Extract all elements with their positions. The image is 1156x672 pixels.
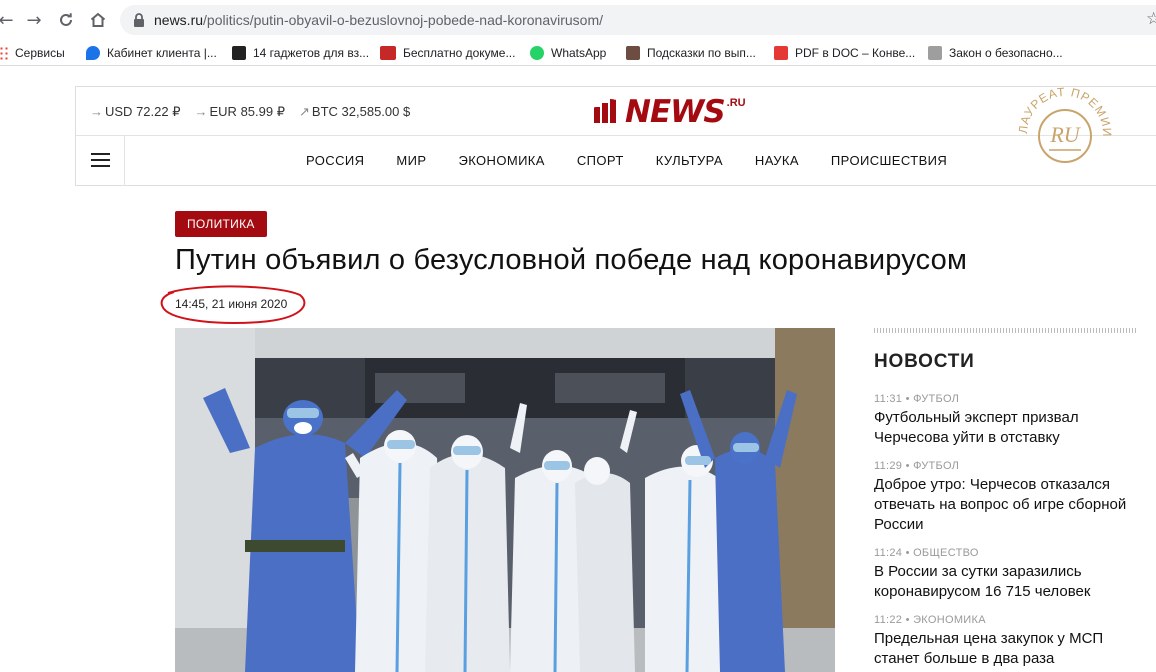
nav-economy[interactable]: ЭКОНОМИКА xyxy=(458,153,544,168)
h-logo-icon xyxy=(232,46,246,60)
hamburger-icon xyxy=(91,153,110,155)
document-icon xyxy=(928,46,942,60)
rate-value: 85.99 ₽ xyxy=(240,104,285,119)
url-text: news.ru/politics/putin-obyavil-o-bezuslo… xyxy=(154,12,604,28)
site-header: → USD 72.22 ₽ → EUR 85.99 ₽ ↗ BTC 32,585.00… xyxy=(75,86,1156,186)
article-headline: Путин объявил о безусловной победе над к… xyxy=(175,244,968,276)
whatsapp-icon xyxy=(530,46,544,60)
laureate-center: RU xyxy=(1049,122,1081,147)
laureate-badge: ЛАУРЕАТ ПРЕМИИ 2020 RU xyxy=(1005,76,1113,163)
news-item-link[interactable]: Предельная цена закупок у МСП станет бол… xyxy=(874,629,1136,669)
hints-icon xyxy=(626,46,640,60)
rate-label: USD xyxy=(105,104,133,119)
apps-grid-icon xyxy=(0,46,8,60)
pdf-icon xyxy=(774,46,788,60)
logo-word: NEWS xyxy=(625,94,726,130)
bookmark-label: Бесплатно докуме... xyxy=(403,46,516,60)
flame-icon xyxy=(86,46,100,60)
nav-culture[interactable]: КУЛЬТУРА xyxy=(656,153,723,168)
news-item[interactable]: 11:29 • ФУТБОЛ Доброе утро: Черчесов отк… xyxy=(874,460,1136,535)
rate-value: 32,585.00 $ xyxy=(341,104,411,119)
bookmark-free-documents[interactable]: Бесплатно докуме... xyxy=(380,44,515,62)
nav-world[interactable]: МИР xyxy=(396,153,426,168)
trend-arrow-icon: ↗ xyxy=(299,104,310,119)
bookmark-star-icon[interactable]: ☆ xyxy=(1146,9,1156,29)
site-logo[interactable]: NEWS .RU xyxy=(594,95,746,129)
hamburger-icon-line xyxy=(91,165,110,167)
bookmark-whatsapp[interactable]: WhatsApp xyxy=(530,44,606,62)
logo-suffix: .RU xyxy=(726,97,746,109)
news-item-meta: 11:29 • ФУТБОЛ xyxy=(874,460,960,472)
highlight-circle xyxy=(160,285,306,324)
bookmark-label: PDF в DOC – Конве... xyxy=(795,46,916,60)
3n-logo-icon xyxy=(380,46,396,60)
news-item[interactable]: 11:22 • ЭКОНОМИКА Предельная цена закупо… xyxy=(874,614,1136,669)
hamburger-icon-line xyxy=(91,159,110,161)
news-item-meta: 11:22 • ЭКОНОМИКА xyxy=(874,614,986,626)
rate-label: EUR xyxy=(209,104,237,119)
news-item-meta: 11:31 • ФУТБОЛ xyxy=(874,393,960,405)
header-divider xyxy=(76,135,1156,136)
news-item[interactable]: 11:24 • ОБЩЕСТВО В России за сутки зараз… xyxy=(874,547,1136,602)
reload-icon[interactable] xyxy=(54,8,78,32)
bookmark-label: Сервисы xyxy=(15,46,65,60)
bookmark-label: WhatsApp xyxy=(551,46,607,60)
rate-btc[interactable]: ↗ BTC 32,585.00 $ xyxy=(299,104,410,120)
bookmark-hints[interactable]: Подсказки по вып... xyxy=(626,44,756,62)
rate-eur[interactable]: → EUR 85.99 ₽ xyxy=(195,104,286,120)
news-item-link[interactable]: Футбольный эксперт призвал Черчесова уйт… xyxy=(874,408,1136,448)
bookmark-label: Кабинет клиента |... xyxy=(107,46,217,60)
bookmark-services[interactable]: Сервисы xyxy=(0,44,65,62)
news-item-link[interactable]: В России за сутки заразились коронавирус… xyxy=(874,562,1136,602)
bookmark-safety-law[interactable]: Закон о безопасно... xyxy=(928,44,1063,62)
address-bar[interactable]: news.ru/politics/putin-obyavil-o-bezuslo… xyxy=(120,5,1156,35)
bookmark-label: Закон о безопасно... xyxy=(949,46,1063,60)
news-item-meta: 11:24 • ОБЩЕСТВО xyxy=(874,547,979,559)
rate-value: 72.22 ₽ xyxy=(136,104,181,119)
rate-usd[interactable]: → USD 72.22 ₽ xyxy=(90,104,181,120)
sidebar-dotted-divider xyxy=(874,328,1136,333)
trend-arrow-icon: → xyxy=(194,104,208,119)
news-item-link[interactable]: Доброе утро: Черчесов отказался отвечать… xyxy=(874,475,1136,535)
forward-icon[interactable]: → xyxy=(22,8,46,32)
sidebar-title: НОВОСТИ xyxy=(874,351,975,372)
bookmark-gadgets[interactable]: 14 гаджетов для вз... xyxy=(232,44,369,62)
bookmark-label: Подсказки по вып... xyxy=(647,46,756,60)
main-navigation: РОССИЯ МИР ЭКОНОМИКА СПОРТ КУЛЬТУРА НАУК… xyxy=(306,153,979,168)
currency-rates: → USD 72.22 ₽ → EUR 85.99 ₽ ↗ BTC 32,585.00… xyxy=(90,104,410,120)
nav-sport[interactable]: СПОРТ xyxy=(577,153,624,168)
category-tag[interactable]: ПОЛИТИКА xyxy=(175,211,267,237)
rate-label: BTC xyxy=(311,104,338,119)
back-icon[interactable]: ← xyxy=(0,8,18,32)
bookmarks-bar: Сервисы Кабинет клиента |... 14 гаджетов… xyxy=(0,40,1156,66)
bookmark-pdf-to-doc[interactable]: PDF в DOC – Конве... xyxy=(774,44,915,62)
nav-science[interactable]: НАУКА xyxy=(755,153,799,168)
lock-icon xyxy=(134,13,144,27)
news-item[interactable]: 11:31 • ФУТБОЛ Футбольный эксперт призва… xyxy=(874,393,1136,448)
home-icon[interactable] xyxy=(86,8,110,32)
nav-incidents[interactable]: ПРОИСШЕСТВИЯ xyxy=(831,153,947,168)
logo-mark-icon xyxy=(594,99,616,123)
trend-arrow-icon: → xyxy=(90,104,103,119)
hamburger-menu-button[interactable] xyxy=(76,136,125,186)
browser-toolbar: ← → news.ru/politics/putin-obyavil-o-bez… xyxy=(0,0,1156,40)
nav-russia[interactable]: РОССИЯ xyxy=(306,153,364,168)
bookmark-client-cabinet[interactable]: Кабинет клиента |... xyxy=(86,44,217,62)
article-photo xyxy=(175,328,835,672)
news-sidebar: НОВОСТИ 11:31 • ФУТБОЛ Футбольный экспер… xyxy=(874,328,1136,669)
bookmark-label: 14 гаджетов для вз... xyxy=(253,46,370,60)
